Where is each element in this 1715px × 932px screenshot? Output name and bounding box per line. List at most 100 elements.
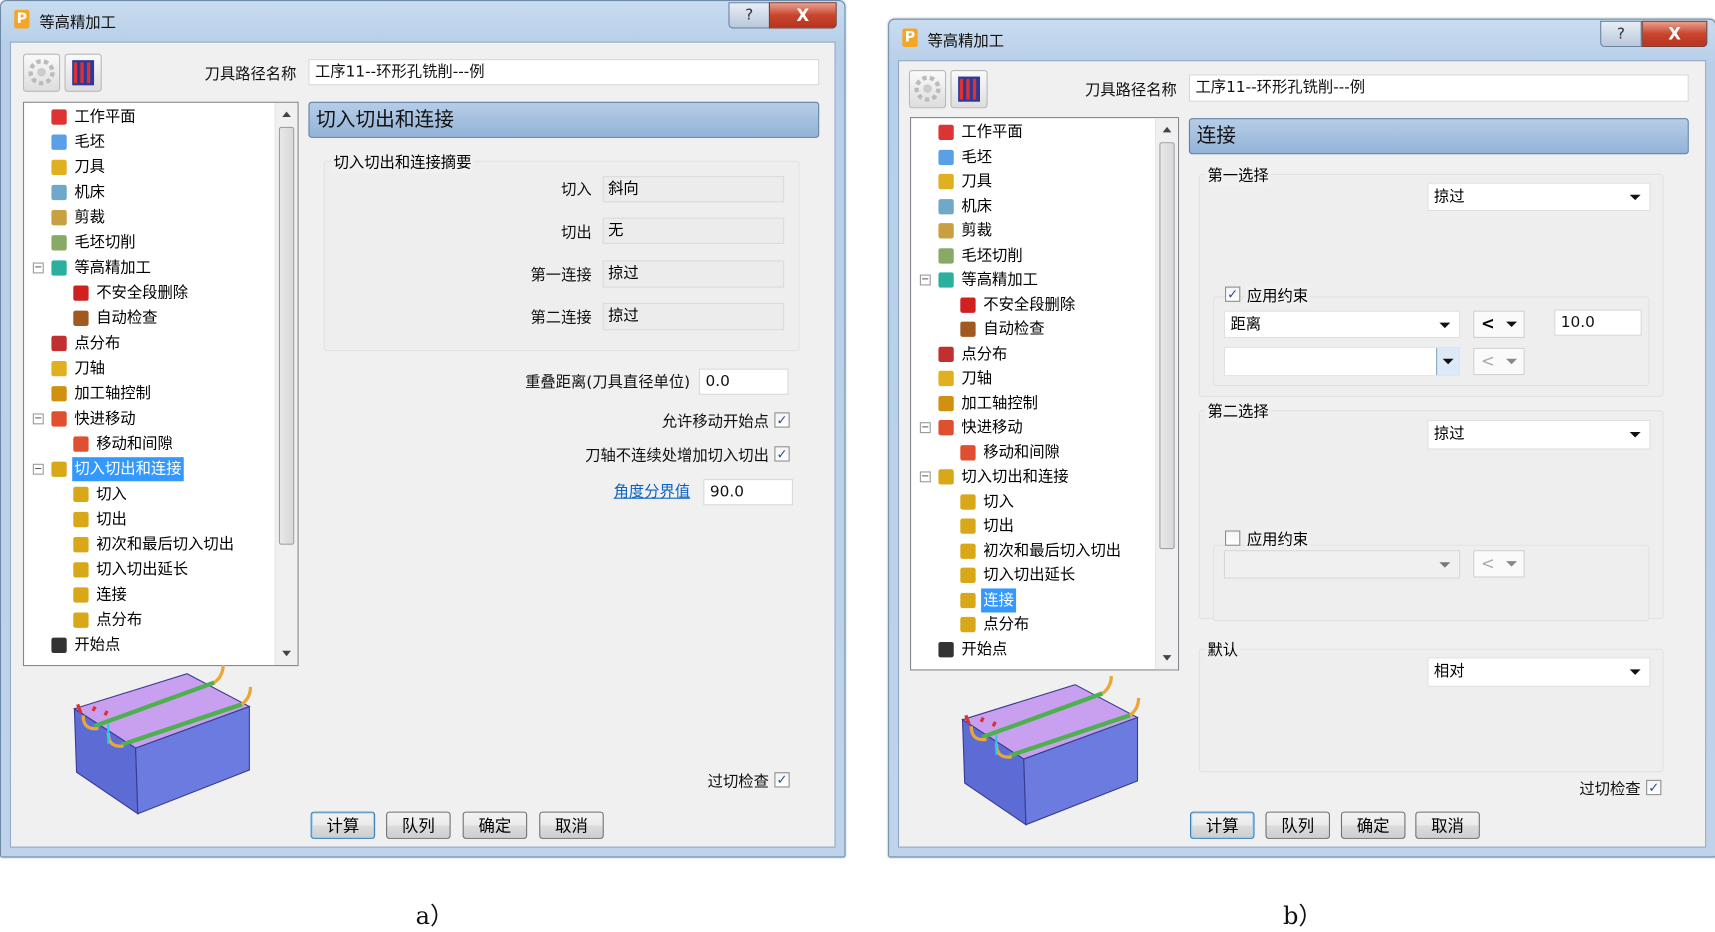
tree-item[interactable]: 自动检查 [911,317,1152,341]
tree-item[interactable]: 移动和间隙 [911,440,1152,464]
tree-item[interactable]: 机床 [24,180,265,204]
lead-out-value: 无 [602,217,785,244]
tree-item[interactable]: 连接 [24,583,265,607]
calculate-button[interactable]: 计算 [1190,811,1255,839]
tree-item[interactable]: 点分布 [911,613,1152,637]
queue-button[interactable]: 队列 [386,811,451,839]
tree-item[interactable]: 加工轴控制 [24,382,265,406]
collapse-icon[interactable]: − [919,471,931,483]
ok-button[interactable]: 确定 [462,811,528,839]
tree-item[interactable]: 开始点 [911,637,1152,661]
angle-threshold-input[interactable]: 90.0 [703,479,793,506]
close-button[interactable]: X [768,2,837,29]
cancel-button[interactable]: 取消 [539,811,604,839]
ok-button[interactable]: 确定 [1340,811,1406,839]
tree-item[interactable]: 点分布 [911,342,1152,366]
second-operator-dropdown[interactable]: < [1473,550,1525,578]
strategy-tree[interactable]: 开始点 点分布 连接 切入切出延长 初次和最后切入切出 切出 切入 − 切入切出和连接 移动和间隙… [22,101,299,667]
tree-item[interactable]: 切入切出延长 [24,558,265,582]
tree-item[interactable]: − 切入切出和连接 [911,465,1152,489]
tree-item[interactable]: 机床 [911,194,1152,218]
tree-item[interactable]: 不安全段删除 [24,281,265,305]
second-choice-dropdown[interactable]: 掠过 [1427,420,1651,450]
tree-item[interactable]: 初次和最后切入切出 [911,539,1152,563]
tree-item[interactable]: 自动检查 [24,306,265,330]
tree-item[interactable]: 剪裁 [911,219,1152,243]
tree-item[interactable]: − 快进移动 [24,407,265,431]
first-constraint-type-dropdown[interactable]: 距离 [1223,310,1461,338]
tree-item[interactable]: 毛坯 [911,145,1152,169]
first-second-operator-dropdown[interactable]: < [1473,347,1525,376]
first-second-constraint-dropdown[interactable] [1223,346,1461,377]
tree-item[interactable]: 剪裁 [24,206,265,230]
tree-item[interactable]: 刀轴 [24,357,265,381]
scroll-up-icon[interactable] [282,111,291,118]
tree-item[interactable]: 移动和间隙 [24,432,265,456]
collapse-icon[interactable]: − [32,463,44,475]
toolpath-name-input[interactable]: 工序11--环形孔铣削---例 [1188,74,1689,102]
calculate-button[interactable]: 计算 [310,811,376,839]
second-constraint-type-dropdown[interactable] [1223,550,1461,579]
first-choice-dropdown[interactable]: 掠过 [1427,182,1651,212]
tree-item[interactable]: 切入 [24,482,265,506]
tree-item[interactable]: − 等高精加工 [24,256,265,280]
tree-item[interactable]: − 快进移动 [911,416,1152,440]
tree-item[interactable]: 加工轴控制 [911,391,1152,415]
first-apply-constraint-checkbox[interactable]: ✓ [1225,286,1241,302]
tree-scrollbar[interactable] [274,102,298,665]
scroll-down-icon[interactable] [1162,655,1172,661]
collapse-icon[interactable]: − [919,274,931,286]
tree-item[interactable]: 刀具 [911,170,1152,194]
toolpath-preview-button[interactable] [64,53,102,92]
tree-item[interactable]: 点分布 [24,331,265,355]
gouge-check-checkbox[interactable]: ✓ [774,772,790,788]
first-operator-dropdown[interactable]: < [1473,310,1525,338]
settings-wheel-button[interactable] [22,53,61,92]
tree-item[interactable]: 工作平面 [911,120,1152,144]
help-button[interactable]: ? [728,2,770,29]
tree-item-label: 毛坯 [74,133,105,151]
tree-item[interactable]: − 切入切出和连接 [24,457,265,482]
tree-item[interactable]: 毛坯 [24,130,265,154]
tree-item[interactable]: 切出 [911,514,1152,538]
settings-wheel-button[interactable] [908,70,947,109]
collapse-icon[interactable]: − [32,413,44,425]
tree-item[interactable]: 初次和最后切入切出 [24,533,265,557]
second-apply-constraint-checkbox[interactable] [1225,530,1241,546]
collapse-icon[interactable]: − [32,262,44,274]
allow-move-start-checkbox[interactable]: ✓ [774,412,790,428]
tree-item[interactable]: 切入切出延长 [911,563,1152,587]
queue-button[interactable]: 队列 [1265,811,1330,839]
tree-item[interactable]: 点分布 [24,608,265,632]
tree-item[interactable]: 刀具 [24,155,265,179]
gouge-check-checkbox[interactable]: ✓ [1646,779,1662,796]
scroll-thumb[interactable] [1159,142,1175,550]
cancel-button[interactable]: 取消 [1415,811,1480,839]
default-dropdown[interactable]: 相对 [1427,657,1651,687]
first-constraint-value-input[interactable]: 10.0 [1554,309,1642,336]
tree-item[interactable]: 不安全段删除 [911,293,1152,317]
tree-item[interactable]: − 等高精加工 [911,268,1152,292]
add-leads-discontinuity-checkbox[interactable]: ✓ [774,446,790,462]
tree-item[interactable]: 切出 [24,508,265,532]
tree-item[interactable]: 连接 [911,587,1152,612]
tree-scrollbar[interactable] [1155,118,1178,670]
scroll-up-icon[interactable] [1162,126,1172,133]
close-button[interactable]: X [1641,20,1708,48]
toolpath-name-input[interactable]: 工序11--环形孔铣削---例 [308,59,820,86]
summary-group-title: 切入切出和连接摘要 [331,150,474,173]
angle-threshold-link[interactable]: 角度分界值 [548,480,691,502]
tree-item[interactable]: 刀轴 [911,366,1152,390]
tree-item[interactable]: 工作平面 [24,105,265,129]
tree-item[interactable]: 毛坯切削 [911,243,1152,267]
toolpath-preview-button[interactable] [950,70,988,109]
tree-item[interactable]: 切入 [911,489,1152,513]
tree-item[interactable]: 毛坯切削 [24,231,265,255]
scroll-thumb[interactable] [278,126,295,545]
help-button[interactable]: ? [1600,20,1642,48]
scroll-down-icon[interactable] [282,650,291,657]
strategy-tree[interactable]: 开始点 点分布 连接 切入切出延长 初次和最后切入切出 切出 切入 − 切入切出和连接 移动和间隙… [910,117,1180,671]
collapse-icon[interactable]: − [919,422,931,434]
tree-item[interactable]: 开始点 [24,633,265,657]
overlap-distance-input[interactable]: 0.0 [698,368,789,395]
